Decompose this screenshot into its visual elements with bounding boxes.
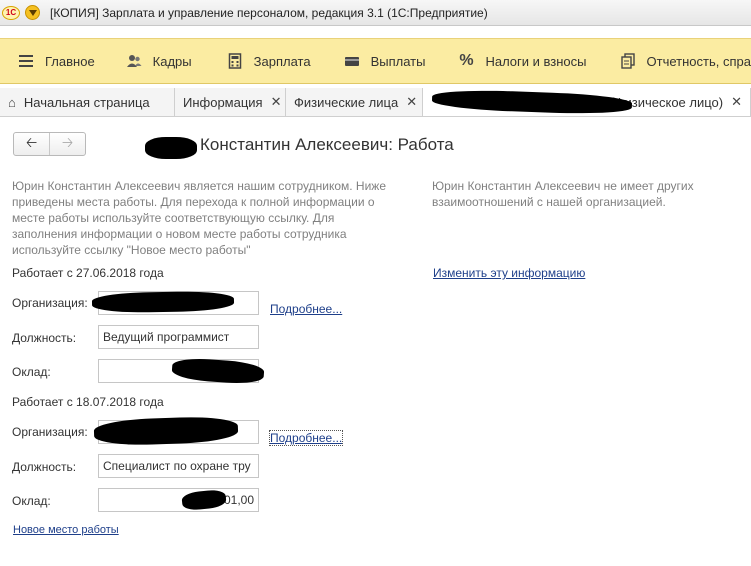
chevron-down-icon bbox=[28, 9, 37, 16]
home-icon: ⌂ bbox=[8, 94, 16, 110]
section-salary[interactable]: Зарплата bbox=[226, 39, 311, 83]
tab-information[interactable]: Информация ✕ bbox=[175, 88, 286, 116]
position-label: Должность: bbox=[12, 331, 77, 345]
new-job-link[interactable]: Новое место работы bbox=[13, 524, 119, 536]
calculator-icon bbox=[226, 52, 244, 70]
section-personnel[interactable]: Кадры bbox=[125, 39, 192, 83]
section-taxes[interactable]: % Налоги и взносы bbox=[457, 39, 586, 83]
close-icon[interactable]: ✕ bbox=[406, 94, 417, 110]
org-label: Организация: bbox=[12, 425, 88, 439]
navigation-buttons: 🡠 🡢 bbox=[13, 132, 86, 156]
salary-field[interactable]: 01,00 bbox=[98, 488, 259, 512]
wallet-icon bbox=[343, 52, 361, 70]
section-label: Кадры bbox=[152, 53, 192, 69]
back-arrow-icon[interactable]: 🡠 bbox=[14, 133, 49, 155]
tab-home-page[interactable]: ⌂ Начальная страница bbox=[0, 88, 175, 116]
window-title: [КОПИЯ] Зарплата и управление персоналом… bbox=[50, 5, 488, 20]
position-label: Должность: bbox=[12, 460, 77, 474]
details-link[interactable]: Подробнее... bbox=[268, 430, 344, 446]
close-icon[interactable]: ✕ bbox=[271, 94, 282, 110]
documents-icon bbox=[619, 52, 637, 70]
position-field[interactable]: Специалист по охране тру bbox=[98, 454, 259, 478]
open-windows-tabs: ⌂ Начальная страница Информация ✕ Физиче… bbox=[0, 88, 751, 117]
percent-icon: % bbox=[459, 52, 474, 69]
change-info-link[interactable]: Изменить эту информацию bbox=[433, 266, 585, 280]
page-title: Константин Алексеевич: Работа bbox=[200, 135, 454, 154]
side-note-text: Юрин Константин Алексеевич не имеет друг… bbox=[432, 179, 694, 209]
section-label: Выплаты bbox=[370, 53, 426, 69]
section-main[interactable]: Главное bbox=[17, 39, 95, 83]
tab-label: Физические лица bbox=[294, 94, 399, 110]
section-label: Налоги и взносы bbox=[485, 53, 587, 69]
sections-panel: Главное Кадры Зарплата Выплаты % Налоги … bbox=[0, 38, 751, 84]
section-label: Главное bbox=[45, 53, 95, 69]
main-menu-button[interactable] bbox=[25, 5, 40, 20]
intro-text: Юрин Константин Алексеевич является наши… bbox=[12, 179, 386, 257]
menu-lines-icon bbox=[17, 52, 35, 70]
tab-individuals[interactable]: Физические лица ✕ bbox=[286, 88, 423, 116]
position-field[interactable]: Ведущий программист bbox=[98, 325, 259, 349]
close-icon[interactable]: ✕ bbox=[731, 94, 742, 110]
1c-logo-icon: 1С bbox=[2, 5, 20, 20]
salary-label: Оклад: bbox=[12, 494, 51, 508]
redaction-mark bbox=[145, 137, 197, 159]
tab-label: Информация bbox=[183, 94, 263, 110]
people-icon bbox=[125, 52, 143, 70]
salary-label: Оклад: bbox=[12, 365, 51, 379]
job-since-label: Работает с 18.07.2018 года bbox=[12, 395, 164, 409]
section-reports[interactable]: Отчетность, справ bbox=[619, 39, 751, 83]
window-titlebar: 1С [КОПИЯ] Зарплата и управление персона… bbox=[0, 0, 751, 26]
forward-arrow-icon[interactable]: 🡢 bbox=[50, 133, 85, 155]
section-label: Зарплата bbox=[253, 53, 311, 69]
org-label: Организация: bbox=[12, 296, 88, 310]
section-label: Отчетность, справ bbox=[646, 53, 751, 69]
section-payments[interactable]: Выплаты bbox=[343, 39, 426, 83]
tab-label: Начальная страница bbox=[23, 94, 150, 110]
job-since-label: Работает с 27.06.2018 года bbox=[12, 266, 164, 280]
details-link[interactable]: Подробнее... bbox=[270, 302, 342, 316]
